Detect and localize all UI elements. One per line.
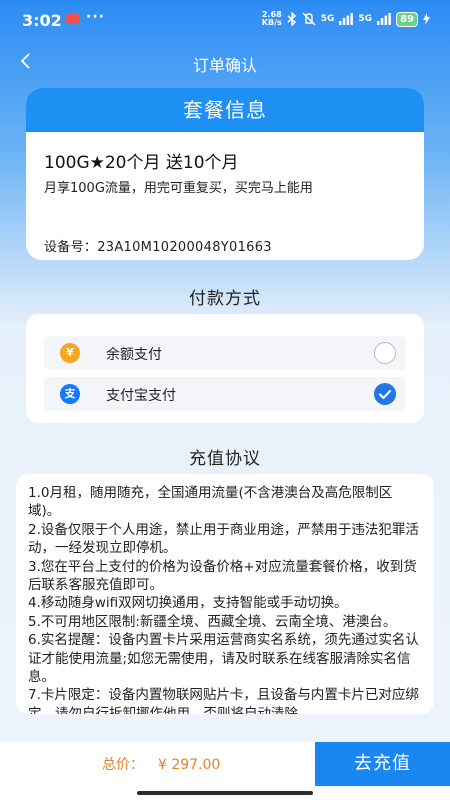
payment-method-title: 付款方式 — [189, 289, 261, 309]
agreement-item: 3.您在平台上支付的价格为设备价格+对应流量套餐价格，收到货后联系客服充值即可。 — [28, 558, 417, 594]
nav-bar: 订单确认 — [0, 45, 450, 81]
page-title: 订单确认 — [192, 56, 257, 75]
radio-unchecked-icon[interactable] — [374, 342, 396, 364]
payment-method-card: ¥ 余额支付 支 支付宝支付 — [26, 314, 424, 423]
package-info-header: 套餐信息 — [26, 88, 424, 132]
agreement-item: 6.实名提醒：设备内置卡片采用运营商实名系统，须先通过实名认证才能使用流量;如您… — [28, 632, 419, 686]
home-indicator[interactable] — [137, 791, 313, 795]
status-bar: 3:02 ··· 2.68 KB/s 5G 5G 89 — [0, 0, 450, 40]
agreement-text: 1.0月租，随用随充，全国通用流量(不含港澳台及高危限制区域)。 2.设备仅限于… — [28, 484, 420, 714]
signal-5g-2: 5G — [358, 14, 373, 24]
mail-notification-icon — [66, 14, 80, 24]
agreement-item: 4.移动随身wifi双网切换通用，支持智能或手动切换。 — [28, 595, 348, 612]
agreement-item: 2.设备仅限于个人用途，禁止用于商业用途，严禁用于违法犯罪活动，一经发现立即停机… — [28, 521, 419, 557]
recharge-button[interactable]: 去充值 — [315, 742, 450, 786]
signal-bars-icon-2 — [377, 13, 391, 25]
signal-5g-1: 5G — [320, 14, 335, 24]
payment-option-alipay[interactable]: 支 支付宝支付 — [44, 377, 406, 411]
payment-option-balance[interactable]: ¥ 余额支付 — [44, 336, 406, 370]
agreement-item: 1.0月租，随用随充，全国通用流量(不含港澳台及高危限制区域)。 — [28, 485, 393, 520]
status-indicators: 2.68 KB/s 5G 5G 89 — [262, 11, 430, 27]
total-price-label: 总价： — [102, 757, 144, 773]
agreement-card[interactable]: 1.0月租，随用随充，全国通用流量(不含港澳台及高危限制区域)。 2.设备仅限于… — [16, 474, 434, 714]
agreement-title: 充值协议 — [189, 449, 261, 469]
agreement-item: 7.卡片限定：设备内置物联网贴片卡，且设备与内置卡片已对应绑定，请勿自行拆卸挪作… — [28, 687, 419, 714]
charging-icon — [423, 13, 430, 25]
bottom-bar: 总价： ¥ 297.00 去充值 — [0, 742, 450, 800]
payment-option-label: 支付宝支付 — [106, 388, 176, 404]
device-number-label: 设备号： — [44, 240, 98, 255]
alipay-icon: 支 — [60, 384, 80, 404]
package-description: 月享100G流量，用完可重复买，买完马上能用 — [44, 181, 313, 196]
battery-indicator: 89 — [396, 11, 418, 27]
radio-checked-icon[interactable] — [374, 383, 396, 405]
status-time: 3:02 — [22, 11, 62, 30]
payment-option-label: 余额支付 — [106, 347, 162, 363]
network-speed: 2.68 KB/s — [261, 10, 282, 27]
package-name: 100G★20个月 送10个月 — [44, 153, 239, 173]
total-price-value: ¥ 297.00 — [158, 757, 221, 773]
more-notifications-icon: ··· — [86, 9, 105, 25]
mute-icon — [302, 12, 316, 26]
checkmark-icon — [378, 389, 392, 400]
bluetooth-icon — [287, 12, 296, 26]
signal-bars-icon — [339, 13, 354, 25]
package-info-card: 套餐信息 100G★20个月 送10个月 月享100G流量，用完可重复买，买完马… — [26, 88, 424, 260]
device-number: 设备号：23A10M10200048Y01663 — [44, 236, 272, 255]
device-number-value: 23A10M10200048Y01663 — [97, 240, 272, 255]
yen-coin-icon: ¥ — [60, 343, 80, 363]
agreement-item: 5.不可用地区限制:新疆全境、西藏全境、云南全境、港澳台。 — [28, 613, 397, 630]
total-price: 总价： ¥ 297.00 — [102, 754, 220, 774]
